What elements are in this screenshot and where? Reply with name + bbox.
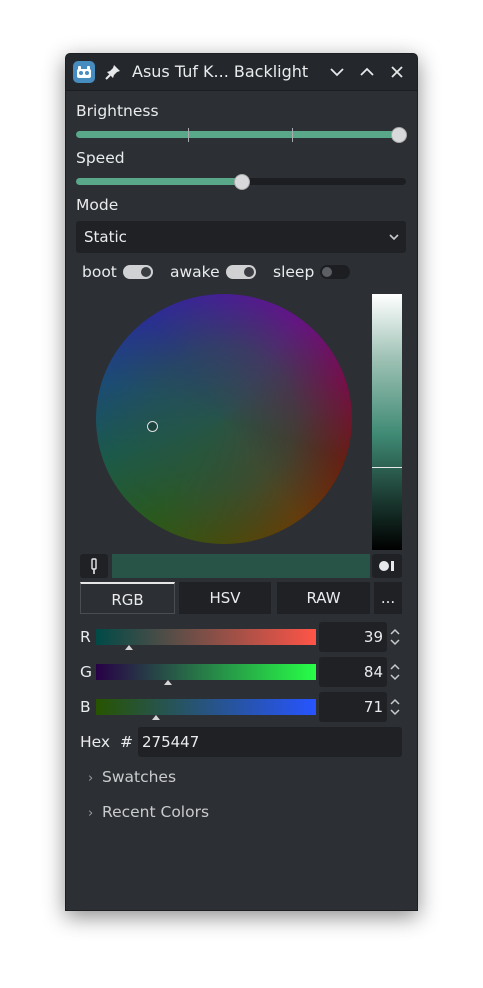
tab-hsv[interactable]: HSV (179, 582, 271, 614)
green-channel-marker[interactable] (164, 680, 172, 685)
sleep-toggle[interactable] (320, 265, 350, 279)
mode-select-value: Static (84, 228, 127, 246)
title-bar[interactable]: Asus Tuf K... Backlight (66, 54, 417, 91)
slider-tick (188, 128, 189, 142)
swatches-section[interactable]: › Swatches (88, 768, 176, 786)
blue-spin-arrows-icon[interactable] (388, 697, 402, 717)
picker-shape-button[interactable] (372, 554, 402, 578)
green-spin-arrows-icon[interactable] (388, 662, 402, 682)
close-icon[interactable] (388, 63, 406, 81)
tab-raw[interactable]: RAW (277, 582, 370, 614)
swatches-label: Swatches (102, 768, 177, 786)
awake-toggle[interactable] (226, 265, 256, 279)
chevron-right-icon: › (88, 806, 94, 821)
boot-toggle-label: boot (82, 263, 117, 281)
speed-slider-fill (76, 178, 241, 185)
hex-hash-label: # (120, 733, 133, 751)
green-value-input[interactable]: 84 (319, 657, 387, 687)
backlight-window: Asus Tuf K... Backlight Brightness Speed… (65, 53, 418, 911)
godot-app-icon (73, 61, 95, 83)
red-value-input[interactable]: 39 (319, 622, 387, 652)
shape-toggle-icon (379, 561, 394, 571)
toggle-knob (141, 267, 151, 277)
toggle-knob (322, 267, 332, 277)
speed-slider-handle[interactable] (234, 174, 250, 190)
red-channel-slider[interactable] (96, 629, 316, 645)
current-color-preview (112, 554, 370, 578)
hex-label: Hex (80, 733, 111, 751)
brightness-slider-fill (76, 131, 406, 138)
red-channel-label: R (80, 628, 91, 646)
green-channel-label: G (80, 663, 93, 681)
tab-rgb[interactable]: RGB (80, 582, 175, 614)
hex-input[interactable] (138, 727, 402, 757)
mode-label: Mode (76, 196, 119, 214)
awake-toggle-label: awake (170, 263, 220, 281)
blue-channel-slider[interactable] (96, 699, 316, 715)
speed-label: Speed (76, 149, 125, 167)
value-bar-indicator[interactable] (372, 467, 402, 468)
red-value: 39 (363, 628, 383, 646)
red-spin-arrows-icon[interactable] (388, 627, 402, 647)
blue-channel-label: B (80, 698, 91, 716)
recent-colors-label: Recent Colors (102, 803, 210, 821)
brightness-slider[interactable] (76, 127, 407, 143)
speed-slider[interactable] (76, 174, 406, 190)
more-options-button[interactable]: ... (374, 582, 402, 614)
maximize-chevron-up-icon[interactable] (358, 63, 376, 81)
blue-value: 71 (363, 698, 383, 716)
value-bar[interactable] (372, 294, 402, 550)
minimize-chevron-down-icon[interactable] (328, 63, 346, 81)
boot-toggle[interactable] (123, 265, 153, 279)
red-channel-marker[interactable] (125, 645, 133, 650)
recent-colors-section[interactable]: › Recent Colors (88, 803, 209, 821)
sleep-toggle-label: sleep (273, 263, 315, 281)
color-wheel-cursor[interactable] (147, 421, 158, 432)
slider-tick (292, 128, 293, 142)
window-title: Asus Tuf K... Backlight (132, 62, 309, 81)
brightness-label: Brightness (76, 102, 159, 120)
color-wheel[interactable] (96, 294, 352, 544)
green-value: 84 (363, 663, 383, 681)
brightness-slider-handle[interactable] (391, 127, 407, 143)
eyedropper-icon (91, 558, 97, 574)
chevron-right-icon: › (88, 771, 94, 786)
blue-value-input[interactable]: 71 (319, 692, 387, 722)
pin-icon[interactable] (104, 63, 122, 81)
toggle-knob (244, 267, 254, 277)
green-channel-slider[interactable] (96, 664, 316, 680)
blue-channel-marker[interactable] (152, 715, 160, 720)
chevron-down-icon (389, 234, 399, 241)
mode-select[interactable]: Static (76, 221, 406, 253)
eyedropper-button[interactable] (80, 554, 108, 578)
